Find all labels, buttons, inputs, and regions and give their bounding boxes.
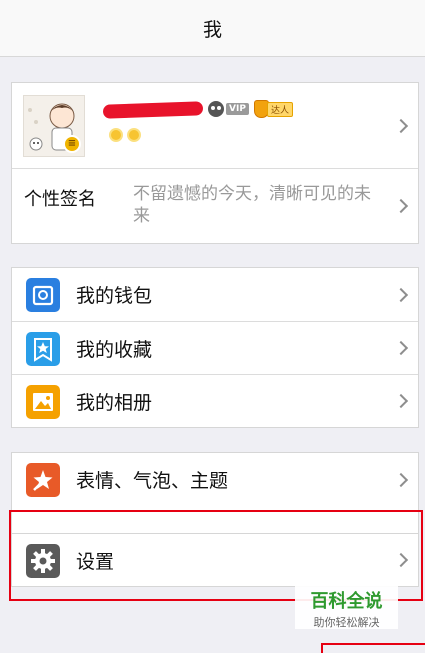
menu-label: 我的收藏 xyxy=(76,339,153,361)
menu-label: 我的钱包 xyxy=(76,285,153,307)
nav-bar: 我 xyxy=(0,0,425,57)
menu-item-stickers[interactable]: 表情、气泡、主题 xyxy=(12,453,418,506)
chevron-right-icon xyxy=(393,340,409,356)
menu-group-1: 我的钱包 我的收藏 我的相册 xyxy=(11,267,419,428)
menu-item-favorites[interactable]: 我的收藏 xyxy=(12,321,418,374)
menu-item-album[interactable]: 我的相册 xyxy=(12,374,418,427)
nickname-redacted xyxy=(102,101,204,119)
menu-label: 我的相册 xyxy=(76,392,153,414)
chevron-right-icon xyxy=(393,118,409,133)
menu-item-wallet[interactable]: 我的钱包 xyxy=(12,268,418,321)
profile-group: ≡ VIP 达人 个性签名 不留遗憾的今天，清晰可见的未来 xyxy=(11,82,419,244)
favorites-icon xyxy=(26,332,60,366)
chevron-right-icon xyxy=(393,472,409,487)
vip-ghost-icon xyxy=(208,101,224,117)
signature-label: 个性签名 xyxy=(24,189,96,210)
menu-label: 表情、气泡、主题 xyxy=(76,470,229,492)
level-badge: ≡ xyxy=(63,135,81,153)
sticker-icon xyxy=(26,463,60,497)
chevron-right-icon xyxy=(393,287,409,302)
signature-text: 不留遗憾的今天，清晰可见的未来 xyxy=(133,184,371,226)
chevron-right-icon xyxy=(393,393,409,409)
signature-row[interactable]: 个性签名 不留遗憾的今天，清晰可见的未来 xyxy=(12,168,418,243)
sun-icon xyxy=(126,127,142,143)
sun-icon xyxy=(108,127,124,143)
daren-label: 达人 xyxy=(267,101,294,117)
daren-badge[interactable]: 达人 xyxy=(254,100,294,118)
vip-label: VIP xyxy=(226,103,249,115)
level-suns xyxy=(108,127,142,143)
avatar[interactable]: ≡ xyxy=(23,95,85,157)
watermark-subtitle: 助你轻松解决 xyxy=(313,616,380,629)
chevron-right-icon xyxy=(393,198,409,214)
watermark: 百科全说 助你轻松解决 xyxy=(295,583,398,629)
watermark-title: 百科全说 xyxy=(310,591,383,612)
album-icon xyxy=(26,385,60,419)
vip-badge[interactable]: VIP xyxy=(208,101,249,117)
annotation-box xyxy=(321,643,425,653)
page-title: 我 xyxy=(202,18,222,41)
wallet-icon xyxy=(26,278,60,312)
profile-row[interactable]: ≡ VIP 达人 xyxy=(12,83,418,168)
